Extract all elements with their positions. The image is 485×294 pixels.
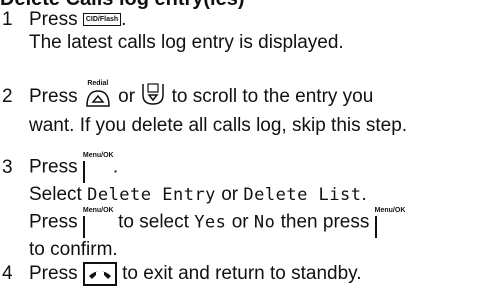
step-text: or <box>231 211 249 233</box>
menu-ok-key-icon: Menu/OK <box>82 207 114 238</box>
up-arrow-key-icon <box>86 90 110 107</box>
menu-ok-key-icon: Menu/OK <box>82 152 114 183</box>
step-description: Press Menu/OK to select Yes or No then p… <box>2 207 405 238</box>
step-1: 1 Press CID/Flash. The latest calls log e… <box>2 8 344 54</box>
step-text: Press <box>29 156 78 178</box>
step-number: 3 <box>2 156 13 178</box>
step-text: Press <box>29 211 78 233</box>
step-text: Press <box>29 9 78 30</box>
end-call-key-icon <box>82 262 117 286</box>
menu-ok-key-label: Menu/OK <box>82 152 114 159</box>
menu-option-delete-list: Delete List <box>243 185 362 205</box>
menu-ok-key-label: Menu/OK <box>374 207 406 214</box>
step-text: or <box>221 184 239 205</box>
menu-ok-key-label: Menu/OK <box>82 207 114 214</box>
step-number: 4 <box>2 263 13 285</box>
redial-key-icon: Redial <box>83 80 113 114</box>
cid-flash-key-icon: CID/Flash <box>82 13 122 27</box>
step-4: 4 Press to exit and return to standby. <box>2 262 362 286</box>
step-text: . <box>361 184 367 205</box>
redial-key-label: Redial <box>87 80 109 87</box>
down-arrow-key-icon <box>140 81 166 113</box>
step-text: to select <box>118 211 189 233</box>
step-text: to scroll to the entry you <box>171 86 374 108</box>
menu-option-no: No <box>253 212 276 233</box>
step-text: or <box>118 86 136 108</box>
menu-option-delete-entry: Delete Entry <box>87 185 216 205</box>
step-2: 2 Press Redial or to scroll to the entry … <box>2 80 407 137</box>
step-description: want. If you delete all calls log, skip … <box>29 115 408 136</box>
step-text: Press <box>29 86 78 108</box>
step-number: 2 <box>2 86 13 108</box>
menu-option-yes: Yes <box>194 212 227 233</box>
step-3: 3 Press Menu/OK . Select Delete Entry or … <box>2 152 405 261</box>
step-text: . <box>112 156 119 178</box>
step-text: Press <box>29 263 78 285</box>
step-text: Select <box>29 184 82 205</box>
step-text: then press <box>280 211 370 233</box>
step-description: Select Delete Entry or Delete List. <box>2 183 405 207</box>
step-text: to exit and return to standby. <box>122 263 362 285</box>
step-text: . <box>121 9 127 30</box>
menu-ok-key-icon: Menu/OK <box>374 207 406 238</box>
step-number: 1 <box>2 9 13 30</box>
step-description: The latest calls log entry is displayed. <box>29 32 344 53</box>
step-description: to confirm. <box>29 239 118 260</box>
